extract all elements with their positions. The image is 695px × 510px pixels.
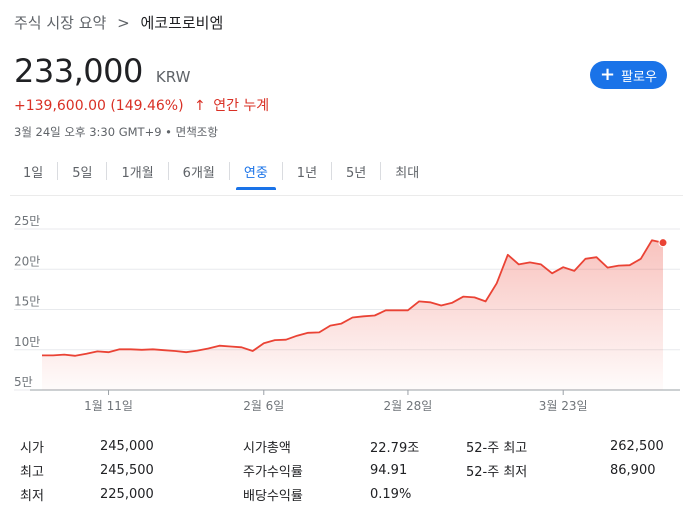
tab-1d[interactable]: 1일: [9, 156, 57, 186]
stat-value: 86,900: [610, 462, 656, 478]
x-tick-label: 3월 23일: [539, 399, 588, 413]
stat-value: 0.19%: [370, 486, 412, 502]
stat-row: 시가 245,000 시가총액 22.79조 52-주 최고 262,500: [20, 434, 680, 458]
price-chart[interactable]: 25만 20만 15만 10만 5만 1월 11일 2월 6일 2월 28일 3월 23일: [0, 205, 695, 420]
currency-label: KRW: [155, 68, 191, 86]
stat-row: 최저 225,000 배당수익률 0.19%: [20, 482, 680, 506]
tab-label: 6개월: [182, 165, 215, 181]
stat-label: 배당수익률: [243, 488, 303, 504]
tab-label: 1년: [296, 165, 318, 181]
tab-label: 1개월: [121, 165, 154, 181]
tab-5d[interactable]: 5일: [57, 162, 106, 181]
stat-label: 최저: [20, 488, 44, 504]
tab-1m[interactable]: 1개월: [106, 162, 167, 181]
stat-label: 52-주 최저: [466, 464, 528, 480]
stats-table: 시가 245,000 시가총액 22.79조 52-주 최고 262,500 최고 245,5…: [20, 434, 680, 506]
change-percent: (149.46%): [110, 98, 184, 114]
y-tick-label: 25만: [14, 214, 40, 228]
tab-5y[interactable]: 5년: [331, 162, 380, 181]
price-row: 233,000 KRW: [14, 52, 190, 90]
price-change: +139,600.00 (149.46%) ↑ 연간 누계: [14, 95, 269, 115]
breadcrumb: 주식 시장 요약 > 에코프로비엠: [14, 12, 223, 33]
y-tick-label: 5만: [14, 375, 33, 389]
price-area: [42, 240, 663, 390]
x-tick-label: 2월 6일: [243, 399, 284, 413]
breadcrumb-section[interactable]: 주식 시장 요약: [14, 14, 106, 32]
change-period: 연간 누계: [213, 98, 270, 114]
change-absolute: +139,600.00: [14, 98, 106, 114]
stat-label: 주가수익률: [243, 464, 303, 480]
stat-value: 22.79조: [370, 440, 420, 456]
tab-label: 1일: [23, 165, 44, 181]
breadcrumb-company: 에코프로비엠: [140, 14, 224, 32]
stat-label: 52-주 최고: [466, 440, 528, 456]
current-price: 233,000: [14, 52, 143, 90]
stat-label: 시가총액: [243, 440, 291, 456]
range-tabs: 1일 5일 1개월 6개월 연중 1년 5년 최대: [9, 156, 433, 190]
x-tick-label: 2월 28일: [384, 399, 433, 413]
tabs-divider: [10, 195, 683, 196]
plus-icon: +: [600, 64, 616, 85]
y-tick-label: 20만: [14, 254, 40, 268]
tab-6m[interactable]: 6개월: [167, 162, 229, 181]
follow-button[interactable]: + 팔로우: [590, 61, 667, 89]
tab-label: 최대: [395, 165, 420, 181]
stat-label: 시가: [20, 440, 44, 456]
timestamp-disclaimer: 3월 24일 오후 3:30 GMT+9 • 면책조항: [14, 125, 218, 139]
follow-button-label: 팔로우: [621, 69, 657, 85]
tab-label: 5일: [72, 165, 93, 181]
stat-value: 94.91: [370, 462, 408, 478]
last-price-marker: [658, 238, 668, 248]
stat-value: 245,000: [100, 438, 154, 454]
breadcrumb-separator: >: [117, 14, 130, 32]
tab-max[interactable]: 최대: [380, 162, 433, 181]
y-tick-label: 15만: [14, 295, 40, 309]
tab-ytd[interactable]: 연중: [228, 162, 282, 190]
tab-1y[interactable]: 1년: [281, 162, 331, 181]
y-tick-label: 10만: [14, 335, 40, 349]
tab-label: 5년: [346, 165, 367, 181]
arrow-up-icon: ↑: [194, 98, 206, 114]
stat-label: 최고: [20, 464, 44, 480]
stat-value: 245,500: [100, 462, 154, 478]
stat-value: 225,000: [100, 486, 154, 502]
tab-label: 연중: [243, 165, 268, 181]
stat-row: 최고 245,500 주가수익률 94.91 52-주 최저 86,900: [20, 458, 680, 482]
x-tick-label: 1월 11일: [84, 399, 133, 413]
stat-value: 262,500: [610, 438, 664, 454]
